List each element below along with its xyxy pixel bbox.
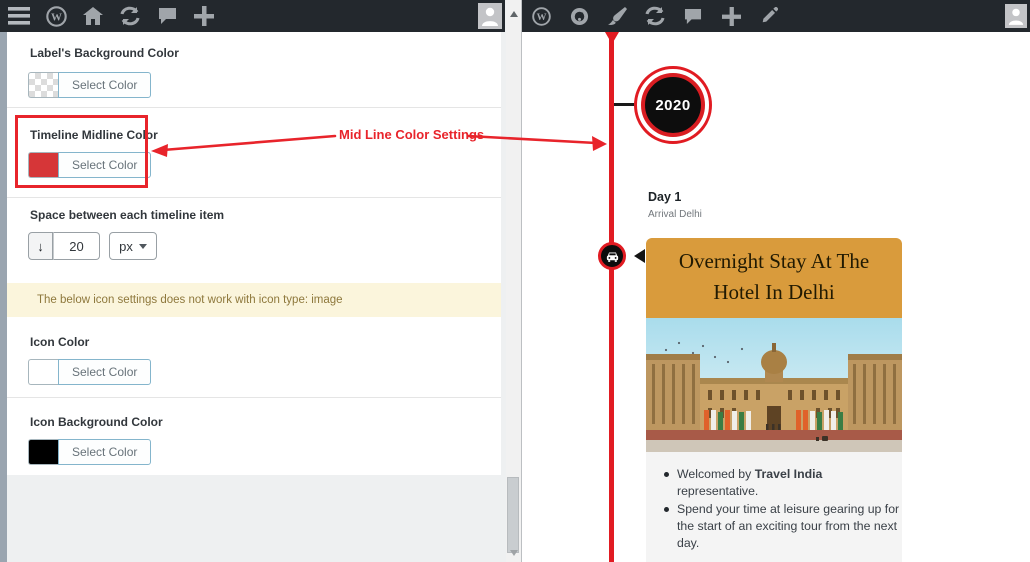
- chevron-down-icon: [138, 243, 147, 249]
- avatar[interactable]: [478, 3, 502, 29]
- icon-color-label: Icon Color: [30, 335, 90, 349]
- comments-icon[interactable]: [682, 5, 704, 27]
- preview-pane: W 2020 Day 1 Arrival Delhi Overnight Sta…: [522, 0, 1030, 562]
- itinerary-list: Welcomed by Travel India representative.…: [660, 466, 899, 552]
- home-icon[interactable]: [82, 5, 104, 27]
- select-color-button[interactable]: Select Color: [58, 359, 152, 385]
- spacing-label: Space between each timeline item: [30, 208, 225, 222]
- divider: [7, 397, 501, 398]
- refresh-icon[interactable]: [119, 5, 141, 27]
- timeline-midline: [609, 32, 614, 562]
- icon-color-control[interactable]: Select Color: [28, 359, 152, 385]
- scroll-down-icon[interactable]: [510, 550, 518, 556]
- refresh-icon[interactable]: [644, 5, 666, 27]
- icon-bg-color-control[interactable]: Select Color: [28, 439, 152, 465]
- day-subtitle: Arrival Delhi: [648, 209, 702, 220]
- edit-icon[interactable]: [758, 5, 780, 27]
- icon-bg-color-label: Icon Background Color: [30, 415, 163, 429]
- card-arrow: [634, 249, 645, 263]
- timeline-card-title: Overnight Stay At The Hotel In Delhi: [678, 249, 870, 304]
- avatar[interactable]: [1005, 4, 1027, 28]
- scrollbar-thumb[interactable]: [507, 477, 519, 553]
- black-swatch: [28, 439, 58, 465]
- unit-select[interactable]: px: [109, 232, 157, 260]
- scroll-up-icon[interactable]: [510, 11, 518, 17]
- day-title: Day 1: [648, 190, 682, 204]
- notice-text: The below icon settings does not work wi…: [37, 294, 343, 306]
- spacing-control: ↓ px: [28, 232, 157, 260]
- midline-color-label: Timeline Midline Color: [30, 128, 158, 142]
- comments-icon[interactable]: [156, 5, 178, 27]
- white-swatch: [28, 359, 58, 385]
- admin-bar-right: W: [522, 0, 1030, 32]
- year-connector-line: [614, 103, 636, 106]
- select-color-button[interactable]: Select Color: [58, 72, 152, 98]
- label-bg-color-label: Label's Background Color: [30, 46, 179, 60]
- list-item: Welcomed by Travel India representative.: [660, 466, 902, 500]
- menu-icon[interactable]: [8, 5, 30, 27]
- admin-bar-left: W: [0, 0, 505, 32]
- new-icon[interactable]: [193, 5, 215, 27]
- divider: [7, 107, 501, 108]
- select-color-button[interactable]: Select Color: [58, 152, 152, 178]
- wordpress-icon[interactable]: W: [530, 5, 552, 27]
- label-bg-color-control[interactable]: Select Color: [28, 72, 152, 98]
- screen: W Label's Background Color Select Color …: [0, 0, 1030, 562]
- dashboard-icon[interactable]: [568, 5, 590, 27]
- select-color-button[interactable]: Select Color: [58, 439, 152, 465]
- car-icon: [598, 242, 626, 270]
- list-item: Spend your time at leisure gearing up fo…: [660, 501, 902, 552]
- annotation-label: Mid Line Color Settings: [339, 127, 485, 142]
- divider: [7, 197, 501, 198]
- customizer-pane: W Label's Background Color Select Color …: [0, 0, 521, 562]
- unit-select-value: px: [119, 238, 133, 254]
- year-badge[interactable]: 2020: [634, 66, 712, 144]
- new-icon[interactable]: [720, 5, 742, 27]
- spacing-value-input[interactable]: [53, 232, 100, 260]
- icon-settings-notice: The below icon settings does not work wi…: [7, 283, 501, 317]
- settings-card: Label's Background Color Select Color Ti…: [7, 32, 501, 475]
- midline-color-control[interactable]: Select Color: [28, 152, 152, 178]
- timeline-midline-tip: [605, 32, 619, 44]
- timeline-card-body: Welcomed by Travel India representative.…: [646, 452, 902, 562]
- wordpress-icon[interactable]: W: [45, 5, 67, 27]
- delhi-building-image: [646, 318, 902, 452]
- timeline-card-header: Overnight Stay At The Hotel In Delhi: [646, 238, 902, 318]
- decrement-arrow-icon[interactable]: ↓: [28, 232, 53, 260]
- svg-text:W: W: [51, 11, 62, 23]
- svg-text:W: W: [536, 12, 546, 23]
- scrollbar[interactable]: [506, 0, 521, 562]
- timeline-card[interactable]: Overnight Stay At The Hotel In Delhi Wel…: [646, 238, 902, 562]
- year-label: 2020: [655, 96, 691, 114]
- panel-edge-strip: [0, 32, 7, 562]
- red-swatch: [28, 152, 58, 178]
- customize-icon[interactable]: [606, 5, 628, 27]
- transparent-swatch: [28, 72, 58, 98]
